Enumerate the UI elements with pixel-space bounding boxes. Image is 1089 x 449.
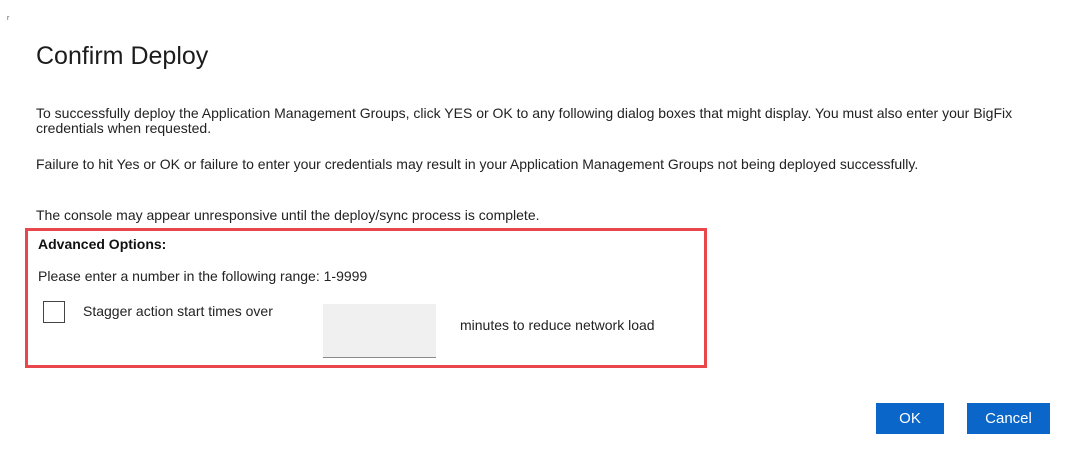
instruction-paragraph-1: To successfully deploy the Application M… (36, 105, 1013, 136)
instruction-paragraph-3: The console may appear unresponsive unti… (36, 207, 540, 223)
instruction-paragraph-2: Failure to hit Yes or OK or failure to e… (36, 156, 919, 172)
stagger-label: Stagger action start times over (83, 303, 273, 319)
advanced-options-panel: Advanced Options: Please enter a number … (25, 228, 707, 368)
minutes-suffix-label: minutes to reduce network load (460, 317, 655, 333)
cancel-button[interactable]: Cancel (967, 403, 1050, 434)
stagger-minutes-input[interactable] (323, 304, 436, 358)
corner-mark: r (7, 15, 10, 22)
range-hint: Please enter a number in the following r… (38, 268, 368, 284)
ok-button[interactable]: OK (876, 403, 944, 434)
advanced-options-heading: Advanced Options: (38, 236, 167, 252)
confirm-deploy-dialog: r Confirm Deploy To successfully deploy … (0, 0, 1089, 449)
stagger-checkbox[interactable] (43, 301, 65, 323)
dialog-title: Confirm Deploy (36, 42, 209, 70)
